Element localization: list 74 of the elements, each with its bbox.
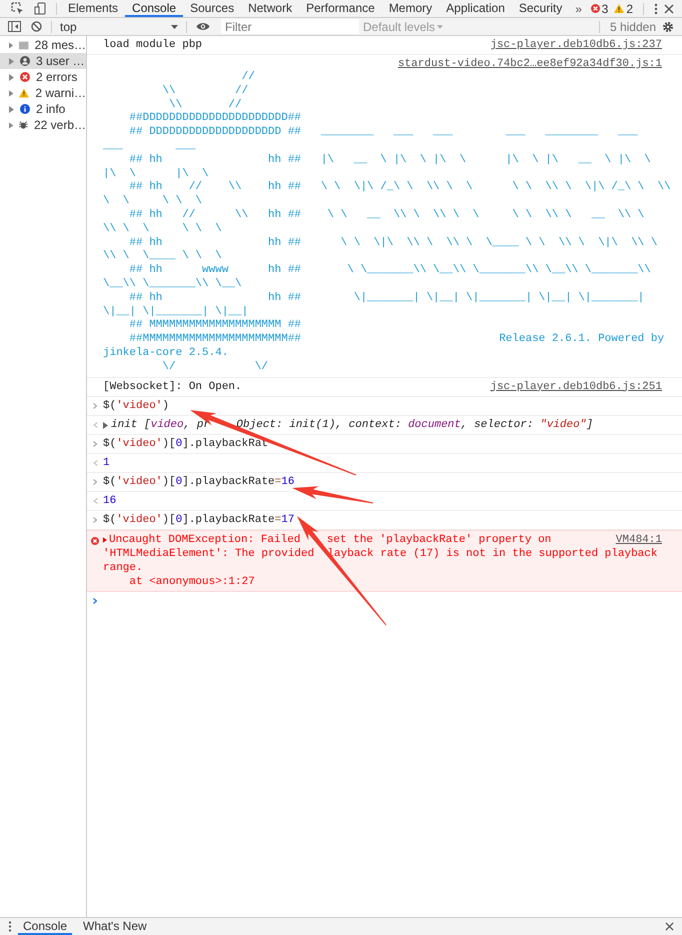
sidebar-item[interactable]: 3 user … xyxy=(0,53,86,69)
sidebar-item[interactable]: 28 mes… xyxy=(0,37,86,53)
error-message-text: Uncaught DOMException: Failed xyxy=(109,532,300,547)
input-chevron-icon xyxy=(93,402,97,409)
input-chevron-icon xyxy=(93,478,97,485)
ascii-art-text: // \\ // \\ // ##DDDDDDDDDDDDDDDDDDDDDD## ## DDDDDDDDDDDDDDDDDDDD ## ________ ___ ___ ___ ________ ___ ___ ___ ## hh hh ## |\ __ \ |\ \ |\ \ |\ \ |\ __ \ |\ \ |\ \ |\ \ ## hh // \\ hh ## \ \ \|\ /_\ \ \\ \ \ \ \ \\ \ \|\ /_\ \ \\ \ \ \ \ \ ## hh // \\ hh ## \ \ __ \\ \ \\ \ \ \ \ \\ \ __ \\ \ \\ \ \ \ \ \ ## hh hh ## \ \ \|\ \\ \ \\ \ \____ \ \ \\ \ \|\ \\ \ \\ \ \____ \ \ \ ## hh wwww hh ## \ \_______\\ \__\\ \_______\\ \__\\ \_______\\ \__\\ \_______\\ \__\ ## hh hh ## \|_______| \|__| \|_______| \|__| \|_______| \|__| \|_______| \|__| ## MMMMMMMMMMMMMMMMMMMM ## ##MMMMMMMMMMMMMMMMMMMMMM## Release 2.6.1. Powered by jinkela-core 2.5.4. \/ \/ xyxy=(103,71,671,375)
panel-tab[interactable]: Network xyxy=(241,0,300,17)
panel-tab[interactable]: Elements xyxy=(61,0,126,17)
panel-tab[interactable]: Security xyxy=(512,0,570,17)
inspect-element-icon[interactable] xyxy=(11,2,24,15)
info-icon xyxy=(20,104,30,114)
error-message-text: set the 'playbackRate' property on xyxy=(326,532,552,547)
more-options-icon[interactable] xyxy=(654,2,658,14)
error-icon xyxy=(590,4,600,13)
result-value: 1 xyxy=(103,456,110,470)
panel-tab[interactable]: Sources xyxy=(183,0,242,17)
warning-count[interactable]: 2 xyxy=(614,2,633,16)
error-message-text: at <anonymous>:1:27 xyxy=(128,574,255,589)
panel-tab[interactable]: Performance xyxy=(299,0,382,17)
drawer-tab[interactable]: What's New xyxy=(78,918,152,935)
error-count[interactable]: 3 xyxy=(590,2,608,16)
error-message-text: layback rate (17) is not in the supported playback xyxy=(327,546,658,561)
user-icon xyxy=(20,56,30,66)
close-icon[interactable] xyxy=(665,922,674,931)
log-message: load module pbp xyxy=(103,38,204,52)
command-text: $('video')[0].playbackRat xyxy=(103,436,270,451)
sidebar-toggle-icon[interactable] xyxy=(8,21,21,32)
more-tabs-button[interactable]: » xyxy=(569,2,588,16)
warning-icon xyxy=(614,4,624,13)
sidebar-item[interactable]: 2 info xyxy=(0,101,86,117)
close-icon[interactable] xyxy=(664,4,674,14)
command-text: $('video')[0].playbackRate=16 xyxy=(103,474,294,489)
error-message-text: 'HTMLMediaElement': The provided xyxy=(103,546,314,561)
sidebar-item[interactable]: 2 warni… xyxy=(0,85,86,101)
error-icon xyxy=(91,536,99,545)
expand-arrow-icon[interactable] xyxy=(9,58,14,64)
error-icon xyxy=(20,72,30,82)
dropdown-caret-icon xyxy=(171,24,178,28)
command-text: $('video')[0].playbackRate=17 xyxy=(103,512,294,527)
result-value: 16 xyxy=(103,494,116,508)
expand-arrow-icon[interactable] xyxy=(9,74,14,80)
expand-arrow-icon[interactable] xyxy=(9,106,14,112)
panel-tab[interactable]: Memory xyxy=(382,0,440,17)
expand-arrow-icon[interactable] xyxy=(9,90,14,96)
expand-arrow-icon[interactable] xyxy=(9,42,14,48)
more-options-icon[interactable] xyxy=(8,921,12,932)
source-link[interactable]: jsc-player.deb10db6.js:237 xyxy=(490,38,662,52)
expand-arrow-icon[interactable] xyxy=(9,122,14,128)
prompt-chevron-icon[interactable] xyxy=(93,598,97,604)
eye-icon[interactable] xyxy=(196,22,210,31)
sidebar-item[interactable]: 2 errors xyxy=(0,69,86,85)
context-select[interactable]: top xyxy=(56,18,182,34)
sidebar-item[interactable]: 22 verb… xyxy=(0,117,86,133)
panel-tab[interactable]: Application xyxy=(439,0,512,17)
warning-icon xyxy=(19,88,30,98)
device-toolbar-icon[interactable] xyxy=(34,2,47,15)
clear-console-icon[interactable] xyxy=(31,21,42,32)
filter-field[interactable]: Filter xyxy=(221,19,359,34)
drawer-tab[interactable]: Console xyxy=(18,918,72,935)
dropdown-caret-icon xyxy=(437,24,444,28)
settings-icon[interactable] xyxy=(662,20,674,32)
bug-icon xyxy=(19,120,28,130)
hidden-count: 5 hidden xyxy=(610,20,656,34)
log-message: [Websocket]: On Open. xyxy=(103,380,243,394)
source-link[interactable]: VM484:1 xyxy=(616,532,662,547)
error-message-text: range. xyxy=(103,560,143,575)
expand-arrow-icon[interactable] xyxy=(103,536,107,543)
command-text: $('video') xyxy=(103,398,170,413)
input-chevron-icon xyxy=(93,440,97,447)
source-link[interactable]: jsc-player.deb10db6.js:251 xyxy=(490,380,662,394)
input-chevron-icon xyxy=(93,516,97,523)
list-icon xyxy=(19,40,29,50)
expand-arrow-icon[interactable] xyxy=(103,422,108,429)
source-link[interactable]: stardust-video.74bc2…ee8ef92a34df30.js:1 xyxy=(398,57,662,71)
